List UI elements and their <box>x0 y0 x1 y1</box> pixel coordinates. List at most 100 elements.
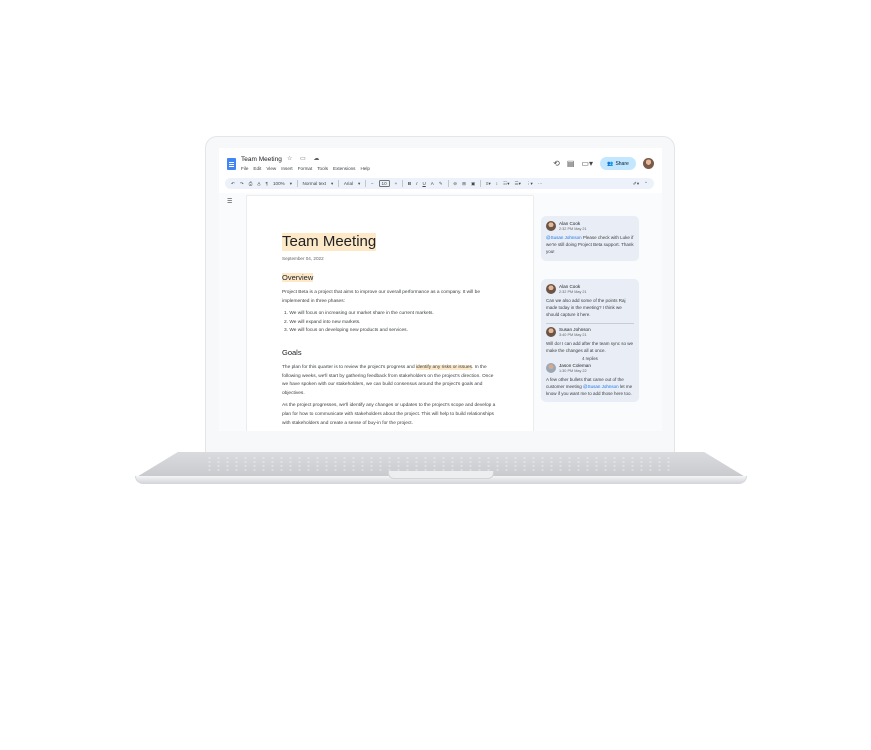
share-label: Share <box>615 160 629 167</box>
toolbar-divider <box>447 180 449 187</box>
laptop-keyboard <box>205 456 675 472</box>
overview-paragraph: Project Beta is a project that aims to i… <box>282 290 481 304</box>
bullet-list-icon[interactable]: ☰▾ <box>515 181 521 187</box>
google-docs-icon[interactable] <box>227 158 236 170</box>
toolbar-divider <box>338 180 339 187</box>
print-icon[interactable]: ⎙ <box>249 181 253 186</box>
comment-header: Susan Johnson 3:40 PM May 21 <box>546 327 634 338</box>
meet-icon[interactable]: ▭▾ <box>581 159 593 169</box>
undo-icon[interactable]: ↶ <box>231 181 235 187</box>
comment-time: 2:32 PM May 21 <box>559 290 587 294</box>
comment-time: 3:40 PM May 21 <box>559 333 587 338</box>
menu-help[interactable]: Help <box>360 166 369 171</box>
line-spacing-icon[interactable]: ↕ <box>496 181 498 186</box>
font-size-input[interactable]: 10 <box>378 180 390 187</box>
menu-tools[interactable]: Tools <box>317 166 328 171</box>
laptop-base <box>135 452 747 484</box>
menu-insert[interactable]: Insert <box>281 166 293 171</box>
people-icon: 👥 <box>607 160 614 167</box>
comment-body: A few other bullets that came out of the… <box>546 376 633 396</box>
avatar <box>546 362 556 373</box>
history-icon[interactable]: ⟲ <box>553 159 560 169</box>
list-item: 3. We will focus on developing new produ… <box>284 328 408 334</box>
title-actions-icons[interactable]: ☆ ▭ ☁ <box>287 155 322 162</box>
chevron-down-icon[interactable]: ▾ <box>358 181 360 187</box>
style-select[interactable]: Normal text <box>303 181 327 186</box>
comment-header: Jason Coleman 1:30 PM May 22 <box>546 362 634 373</box>
paint-format-icon[interactable]: ¶ <box>265 181 267 186</box>
checklist-icon[interactable]: ☷▾ <box>503 181 509 187</box>
menu-view[interactable]: View <box>266 166 276 171</box>
comment-author: Susan Johnson <box>559 327 591 333</box>
share-button[interactable]: 👥 Share <box>600 157 636 170</box>
comment-body: Can we also add some of the points Raj m… <box>546 298 626 318</box>
comment-thread[interactable]: Alan Cook 2:32 PM May 21 Can we also add… <box>541 279 639 403</box>
goals-heading: Goals <box>282 347 302 357</box>
link-icon[interactable]: ⊖ <box>453 181 457 187</box>
document-page[interactable]: Team Meeting September 04, 2022 Overview… <box>247 196 533 431</box>
formatting-toolbar: ↶ ↷ ⎙ A̲ ¶ 100% ▾ Normal text ▾ Arial ▾ … <box>225 178 654 189</box>
add-comment-icon[interactable]: ⊞ <box>462 181 466 187</box>
comment-time: 2:32 PM May 21 <box>559 227 587 231</box>
goals-paragraph: The plan for this quarter is to review t… <box>282 364 494 396</box>
goals-paragraph-2: As the project progresses, we'll identif… <box>282 403 496 426</box>
toolbar-divider <box>402 180 403 187</box>
comment-author: Jason Coleman <box>559 362 591 368</box>
outline-icon[interactable]: ☰ <box>227 198 232 205</box>
phases-list: 1. We will focus on increasing our marke… <box>282 310 497 336</box>
underline-icon[interactable]: U <box>422 181 425 186</box>
toolbar-divider <box>480 180 481 187</box>
mention-link[interactable]: @Susan Johnson <box>546 235 582 240</box>
page-content: Team Meeting September 04, 2022 Overview… <box>282 233 497 428</box>
font-select[interactable]: Arial <box>344 181 353 186</box>
chevron-down-icon[interactable]: ▾ <box>331 181 333 187</box>
comment-body: Will do! I can add after the team sync s… <box>546 341 634 354</box>
comment-header: Alan Cook 2:32 PM May 21 <box>546 284 634 294</box>
comment-thread[interactable]: Alan Cook 2:32 PM May 21 @Susan Johnson … <box>541 216 639 261</box>
comment-header: Alan Cook 2:32 PM May 21 <box>546 221 634 231</box>
text-color-icon[interactable]: A <box>431 181 434 186</box>
toolbar-divider <box>365 180 366 187</box>
comments-icon[interactable]: ▤ <box>567 159 575 169</box>
user-avatar[interactable] <box>643 158 654 169</box>
increase-size-icon[interactable]: + <box>395 181 398 186</box>
comment-body: @Susan Johnson Please check with Luke if… <box>546 235 634 255</box>
italic-icon[interactable]: I <box>416 181 417 186</box>
header-actions: ⟲ ▤ ▭▾ 👥 Share <box>553 157 654 170</box>
page-title: Team Meeting <box>282 233 377 251</box>
overview-heading: Overview <box>282 273 314 282</box>
menu-extensions[interactable]: Extensions <box>333 166 355 171</box>
menu-bar: File Edit View Insert Format Tools Exten… <box>241 166 370 171</box>
align-icon[interactable]: ≡▾ <box>486 181 491 187</box>
comment-author: Alan Cook <box>559 221 581 226</box>
menu-format[interactable]: Format <box>298 166 313 171</box>
chevron-down-icon[interactable]: ▾ <box>290 181 292 187</box>
comment-time: 1:30 PM May 22 <box>559 368 587 373</box>
menu-file[interactable]: File <box>241 166 248 171</box>
toolbar-divider <box>297 180 298 187</box>
numbered-list-icon[interactable]: ⋮▾ <box>526 181 533 187</box>
replies-toggle[interactable]: 4 replies <box>546 356 634 361</box>
menu-edit[interactable]: Edit <box>253 166 261 171</box>
comment-author: Alan Cook <box>559 284 581 289</box>
document-title[interactable]: Team Meeting <box>241 156 282 163</box>
laptop-notch <box>388 471 494 479</box>
editing-mode-icon[interactable]: ✐▾ <box>633 181 639 187</box>
mention-link[interactable]: @Susan Johnson <box>583 384 619 389</box>
highlighted-text[interactable]: identify any risks or issues <box>415 364 472 370</box>
decrease-size-icon[interactable]: − <box>371 181 374 186</box>
image-icon[interactable]: ▣ <box>471 181 475 187</box>
highlight-icon[interactable]: ✎ <box>439 181 443 187</box>
avatar <box>546 327 556 338</box>
more-icon[interactable]: ⋯ <box>538 181 543 187</box>
bold-icon[interactable]: B <box>408 181 411 186</box>
zoom-select[interactable]: 100% <box>273 181 285 186</box>
collapse-toolbar-icon[interactable]: ⌃ <box>644 181 648 187</box>
avatar <box>546 284 556 294</box>
comment-divider <box>546 322 634 324</box>
spellcheck-icon[interactable]: A̲ <box>257 181 260 186</box>
list-item: 1. We will focus on increasing our marke… <box>284 311 434 317</box>
document-canvas: ☰ Team Meeting September 04, 2022 Overvi… <box>219 193 662 431</box>
redo-icon[interactable]: ↷ <box>240 181 244 187</box>
list-item: 2. We will expand into new markets. <box>284 319 361 325</box>
